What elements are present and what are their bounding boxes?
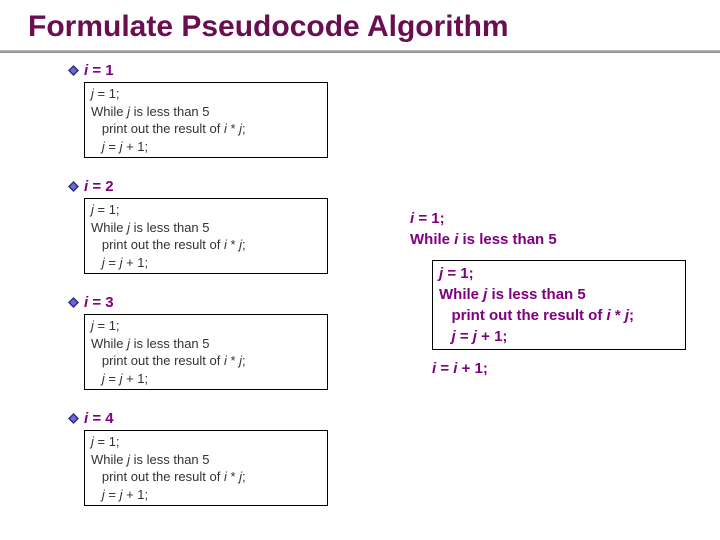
inner-loop-box: j = 1;While j is less than 5 print out t… — [432, 260, 686, 350]
iteration-header-2: i = 2 — [84, 178, 114, 195]
iteration-header-4: i = 4 — [84, 410, 114, 427]
outer-pre-line-1: i = 1; — [410, 210, 445, 227]
diamond-bullet-icon — [68, 65, 78, 75]
iteration-code-box-2: j = 1;While j is less than 5 print out t… — [84, 198, 328, 274]
iteration-code-box-3: j = 1;While j is less than 5 print out t… — [84, 314, 328, 390]
outer-pre-line-2: While i is less than 5 — [410, 231, 557, 248]
iteration-header-3: i = 3 — [84, 294, 114, 311]
title-underline — [0, 50, 720, 53]
diamond-bullet-icon — [68, 297, 78, 307]
iteration-header-1: i = 1 — [84, 62, 114, 79]
page-title: Formulate Pseudocode Algorithm — [28, 10, 509, 44]
iteration-code-box-4: j = 1;While j is less than 5 print out t… — [84, 430, 328, 506]
outer-post-line-1: i = i + 1; — [432, 360, 488, 377]
diamond-bullet-icon — [68, 413, 78, 423]
diamond-bullet-icon — [68, 181, 78, 191]
iteration-code-box-1: j = 1;While j is less than 5 print out t… — [84, 82, 328, 158]
